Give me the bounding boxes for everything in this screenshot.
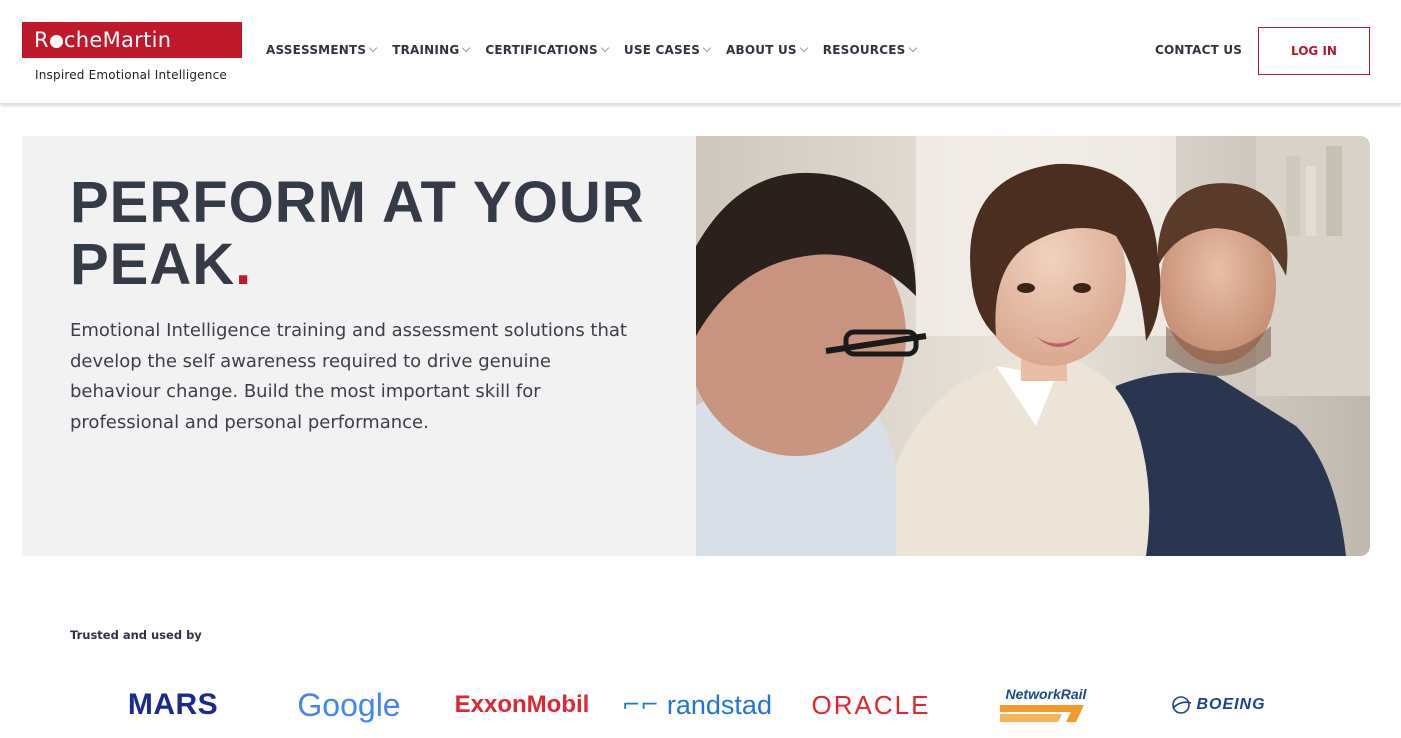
networkrail-arrow-icon [1000, 705, 1084, 722]
hero-panel: PERFORM AT YOUR PEAK. Emotional Intellig… [22, 136, 696, 556]
hero-title-accent: . [235, 232, 253, 297]
nav-label: USE CASES [623, 43, 701, 57]
oracle-logo: ORACLE [802, 680, 940, 730]
nav-label: TRAINING [392, 43, 460, 57]
chevron-down-icon [600, 43, 610, 53]
office-meeting-illustration [696, 136, 1370, 556]
hero-title-line2: PEAK [70, 232, 236, 297]
contact-us-link[interactable]: CONTACT US [1155, 43, 1242, 57]
chevron-down-icon [368, 43, 378, 53]
main-nav: ASSESSMENTS TRAINING CERTIFICATIONS USE … [266, 43, 917, 57]
nav-label: CERTIFICATIONS [485, 43, 598, 57]
chevron-down-icon [702, 43, 712, 53]
nav-certifications[interactable]: CERTIFICATIONS [485, 43, 610, 57]
boeing-icon [1172, 696, 1192, 714]
networkrail-logo: NetworkRail [990, 680, 1102, 730]
randstad-logo: ⌐⌐ randstad [622, 680, 772, 730]
brand-name: ORACLE [811, 689, 931, 720]
brand-name: MARS [127, 688, 219, 721]
nav-about-us[interactable]: ABOUT US [726, 43, 809, 57]
brand-name: ExxonMobil [454, 691, 590, 718]
hero-description: Emotional Intelligence training and asse… [70, 320, 627, 433]
logo-dot-icon [49, 34, 63, 48]
hero-title-line1: PERFORM AT YOUR [70, 170, 645, 235]
logo-text-end: cheMartin [63, 28, 172, 52]
logo-text-start: R [34, 28, 49, 52]
brand-name: NetworkRail [1005, 686, 1087, 702]
chevron-down-icon [799, 43, 809, 53]
nav-resources[interactable]: RESOURCES [822, 43, 917, 57]
hero-title: PERFORM AT YOUR PEAK. [70, 172, 680, 296]
exxonmobil-logo: ExxonMobil [452, 680, 592, 730]
brand-name: BOEING [1196, 696, 1266, 713]
google-logo: Google [290, 680, 408, 730]
randstad-icon: ⌐⌐ [622, 692, 659, 718]
brand-logos: MARS Google ExxonMobil ⌐⌐ randstad ORACL… [0, 680, 1401, 730]
brand-name: Google [297, 686, 401, 723]
logo-wordmark: RcheMartin [22, 22, 242, 58]
site-header: RcheMartin Inspired Emotional Intelligen… [0, 0, 1401, 104]
nav-use-cases[interactable]: USE CASES [623, 43, 712, 57]
brand-name: randstad [666, 689, 772, 720]
trusted-label: Trusted and used by [70, 628, 202, 642]
chevron-down-icon [462, 43, 471, 53]
nav-label: RESOURCES [822, 43, 906, 57]
hero-photo [696, 136, 1370, 556]
nav-training[interactable]: TRAINING [392, 43, 471, 57]
chevron-down-icon [908, 43, 917, 53]
mars-logo: MARS [118, 680, 228, 730]
boeing-logo: BOEING [1160, 680, 1276, 730]
nav-label: ABOUT US [726, 43, 797, 57]
nav-assessments[interactable]: ASSESSMENTS [266, 43, 378, 57]
logo-tagline: Inspired Emotional Intelligence [35, 68, 227, 82]
nav-label: ASSESSMENTS [266, 43, 367, 57]
rochemartin-logo[interactable]: RcheMartin Inspired Emotional Intelligen… [22, 22, 242, 82]
login-button[interactable]: LOG IN [1258, 27, 1370, 75]
